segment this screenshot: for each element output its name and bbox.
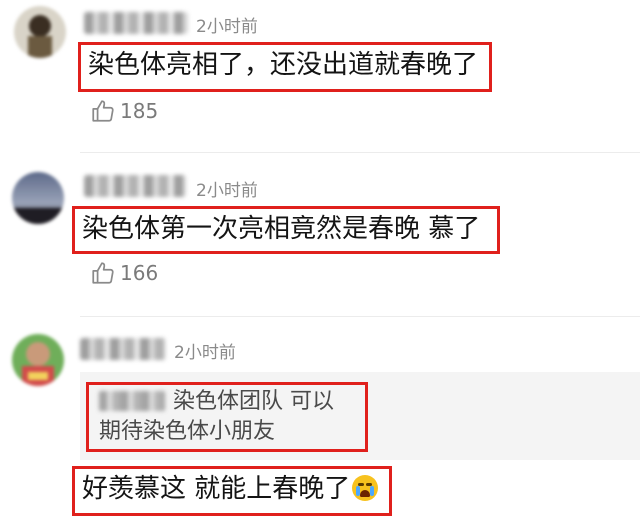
comment-text: 染色体第一次亮相竟然是春晚 慕了	[72, 206, 500, 254]
avatar[interactable]	[14, 6, 66, 58]
username-blurred[interactable]	[80, 338, 166, 360]
username-blurred[interactable]	[84, 12, 188, 34]
like-button[interactable]: 185	[90, 98, 158, 124]
like-button[interactable]: 166	[90, 260, 158, 286]
comment-text: 染色体亮相了，还没出道就春晚了	[78, 42, 492, 92]
reply-text-1: 染色体团队 可以	[173, 389, 334, 414]
like-count: 166	[120, 261, 159, 285]
crying-face-emoji-icon	[352, 475, 379, 501]
reply-preview[interactable]: 染色体团队 可以 期待染色体小朋友	[86, 382, 368, 452]
reply-username-blurred	[99, 391, 165, 411]
like-count: 185	[120, 99, 159, 123]
username-blurred[interactable]	[84, 175, 186, 197]
divider	[80, 152, 640, 153]
thumbs-up-icon	[92, 262, 114, 284]
avatar[interactable]	[12, 334, 64, 386]
comment-text: 好羡慕这 就能上春晚了	[72, 466, 392, 516]
comment-text-content: 好羡慕这 就能上春晚了	[82, 474, 351, 504]
reply-text-2: 期待染色体小朋友	[99, 419, 276, 444]
timestamp: 2小时前	[196, 181, 258, 201]
timestamp: 2小时前	[196, 17, 258, 37]
avatar[interactable]	[12, 172, 64, 224]
reply-line-1: 染色体团队 可以	[99, 387, 355, 417]
timestamp: 2小时前	[174, 343, 236, 363]
divider	[80, 316, 640, 317]
thumbs-up-icon	[92, 100, 114, 122]
